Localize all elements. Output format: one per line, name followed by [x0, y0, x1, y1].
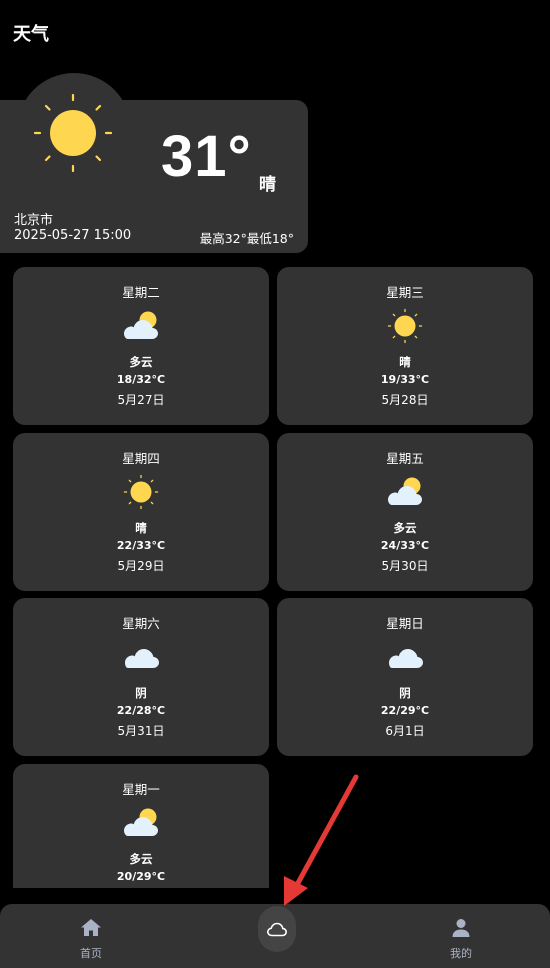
forecast-condition: 多云	[393, 521, 417, 535]
cloud-icon	[383, 638, 427, 676]
forecast-temperature: 22/33°C	[116, 539, 166, 552]
forecast-date: 5月28日	[381, 393, 429, 407]
forecast-card[interactable]: 星期五 多云 24/33°C 5月30日	[277, 433, 533, 591]
forecast-date: 6月1日	[385, 724, 425, 738]
current-datetime: 2025-05-27 15:00	[14, 228, 132, 243]
home-icon	[81, 919, 101, 936]
nav-profile[interactable]: 我的	[421, 904, 501, 968]
page-title: 天气	[13, 24, 49, 45]
partly-cloudy-icon	[383, 473, 427, 511]
forecast-condition: 阴	[135, 686, 147, 700]
current-temp-range: 最高32°最低18°	[199, 231, 294, 246]
forecast-card[interactable]: 星期四 晴 22/33°C 5月29日	[13, 433, 269, 591]
forecast-temperature: 22/29°C	[380, 704, 430, 717]
user-icon	[452, 919, 470, 937]
forecast-condition: 多云	[129, 355, 153, 369]
forecast-date: 5月31日	[117, 724, 165, 738]
cloud-icon	[119, 638, 163, 676]
forecast-day: 星期日	[386, 616, 424, 631]
forecast-temperature: 19/33°C	[380, 373, 430, 386]
current-temperature: 31°	[161, 124, 252, 189]
forecast-date: 5月27日	[117, 393, 165, 407]
cloud-outline-icon	[267, 922, 287, 937]
sun-icon	[33, 93, 113, 173]
forecast-card[interactable]: 星期日 阴 22/29°C 6月1日	[277, 598, 533, 756]
sun-icon	[119, 473, 163, 511]
forecast-date: 5月29日	[117, 559, 165, 573]
forecast-day: 星期四	[122, 451, 160, 466]
forecast-condition: 晴	[135, 521, 147, 535]
forecast-condition: 阴	[399, 686, 411, 700]
forecast-temperature: 18/32°C	[116, 373, 166, 386]
forecast-condition: 晴	[399, 355, 411, 369]
forecast-card[interactable]: 星期六 阴 22/28°C 5月31日	[13, 598, 269, 756]
forecast-day: 星期三	[386, 285, 424, 300]
sun-icon	[383, 307, 427, 345]
partly-cloudy-icon	[119, 804, 163, 842]
forecast-temperature: 24/33°C	[380, 539, 430, 552]
forecast-card[interactable]: 星期一 多云 20/29°C	[13, 764, 269, 888]
current-city: 北京市	[14, 213, 54, 228]
nav-home-label: 首页	[80, 947, 102, 960]
nav-home[interactable]: 首页	[51, 904, 131, 968]
forecast-card[interactable]: 星期二 多云 18/32°C 5月27日	[13, 267, 269, 425]
nav-profile-label: 我的	[450, 947, 472, 960]
forecast-condition: 多云	[129, 852, 153, 866]
forecast-date: 5月30日	[381, 559, 429, 573]
forecast-day: 星期六	[122, 616, 160, 631]
status-bar-fragment	[10, 0, 50, 2]
forecast-day: 星期一	[122, 782, 160, 797]
forecast-temperature: 22/28°C	[116, 704, 166, 717]
partly-cloudy-icon	[119, 307, 163, 345]
forecast-day: 星期二	[122, 285, 160, 300]
forecast-card[interactable]: 星期三 晴 19/33°C 5月28日	[277, 267, 533, 425]
forecast-day: 星期五	[386, 451, 424, 466]
forecast-temperature: 20/29°C	[116, 870, 166, 883]
current-condition: 晴	[259, 175, 276, 195]
nav-weather[interactable]	[258, 906, 296, 952]
